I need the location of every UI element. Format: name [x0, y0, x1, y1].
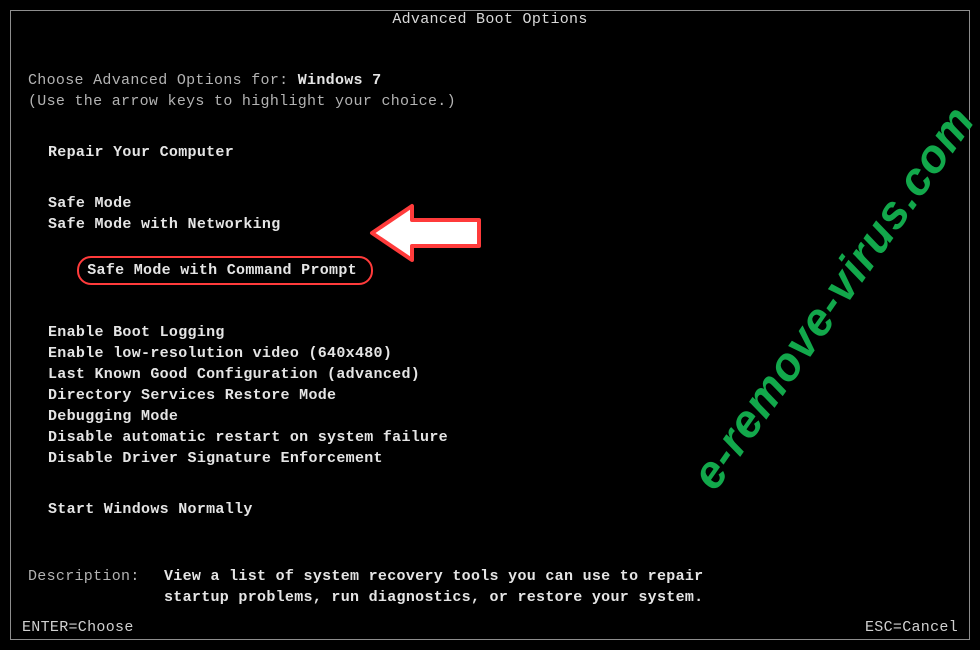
- os-name: Windows 7: [298, 72, 382, 89]
- description-block: Description: View a list of system recov…: [28, 566, 952, 608]
- screen-title: Advanced Boot Options: [384, 11, 595, 28]
- option-safe-mode-networking[interactable]: Safe Mode with Networking: [28, 214, 952, 235]
- option-safe-mode-cmd[interactable]: Safe Mode with Command Prompt: [77, 256, 373, 285]
- option-debugging[interactable]: Debugging Mode: [28, 406, 952, 427]
- description-line-2: startup problems, run diagnostics, or re…: [164, 587, 703, 608]
- footer-enter: ENTER=Choose: [22, 619, 134, 636]
- option-safe-mode[interactable]: Safe Mode: [28, 193, 952, 214]
- option-repair[interactable]: Repair Your Computer: [28, 142, 952, 163]
- intro-line: Choose Advanced Options for: Windows 7: [28, 70, 952, 91]
- description-label: Description:: [28, 566, 164, 608]
- intro-prefix: Choose Advanced Options for:: [28, 72, 298, 89]
- callout-arrow-icon: [367, 198, 487, 268]
- title-bar: Advanced Boot Options: [10, 10, 970, 44]
- option-ds-restore[interactable]: Directory Services Restore Mode: [28, 385, 952, 406]
- hint-line: (Use the arrow keys to highlight your ch…: [28, 91, 952, 112]
- description-line-1: View a list of system recovery tools you…: [164, 566, 703, 587]
- footer-bar: ENTER=Choose ESC=Cancel: [22, 619, 958, 636]
- option-disable-auto-restart[interactable]: Disable automatic restart on system fail…: [28, 427, 952, 448]
- footer-esc: ESC=Cancel: [865, 619, 958, 636]
- option-disable-driver-sig[interactable]: Disable Driver Signature Enforcement: [28, 448, 952, 469]
- option-start-normally[interactable]: Start Windows Normally: [28, 499, 952, 520]
